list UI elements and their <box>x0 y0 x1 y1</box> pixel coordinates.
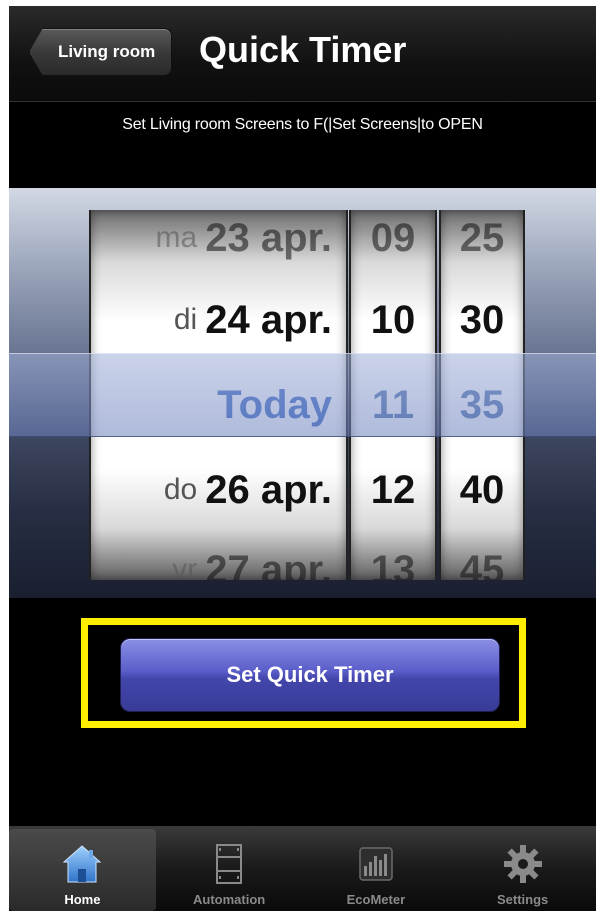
set-quick-timer-label: Set Quick Timer <box>226 662 394 687</box>
tab-ecometer-label: EcoMeter <box>346 892 406 907</box>
minute-value: 25 <box>459 215 505 260</box>
gear-icon <box>503 845 542 883</box>
timer-description: Set Living room Screens to F(|Set Screen… <box>122 116 483 133</box>
weekday-label: vr <box>172 553 198 580</box>
app-screen: Living room Quick Timer Set Living room … <box>9 6 596 911</box>
hour-value: 13 <box>370 547 416 581</box>
weekday-label: do <box>163 473 198 506</box>
set-quick-timer-button[interactable]: Set Quick Timer <box>120 638 500 712</box>
date-label: 26 apr. <box>205 467 332 512</box>
date-time-picker[interactable]: ma 23 apr. di 24 apr. Today do 26 apr. v… <box>9 188 596 598</box>
tab-home-label: Home <box>64 892 101 907</box>
tab-settings-label: Settings <box>496 892 549 907</box>
date-row[interactable]: ma 23 apr. <box>91 210 346 278</box>
weekday-label: ma <box>155 221 198 254</box>
minute-row-selected[interactable]: 35 <box>441 365 523 445</box>
tab-automation[interactable]: Automation <box>156 826 303 911</box>
minute-row[interactable]: 45 <box>441 530 523 581</box>
date-row[interactable]: vr 27 apr. <box>91 530 346 581</box>
date-row[interactable]: do 26 apr. <box>91 450 346 530</box>
date-label: 23 apr. <box>205 215 332 260</box>
hour-row-selected[interactable]: 11 <box>351 365 435 445</box>
home-icon <box>63 845 102 883</box>
minute-value: 30 <box>459 297 505 342</box>
date-wheel[interactable]: ma 23 apr. di 24 apr. Today do 26 apr. v… <box>89 210 348 580</box>
hour-row[interactable]: 10 <box>351 280 435 360</box>
back-button[interactable]: Living room <box>29 28 173 76</box>
minute-value: 45 <box>459 547 505 581</box>
hour-value: 12 <box>370 467 416 512</box>
film-strip-icon <box>216 844 243 884</box>
hour-value: 11 <box>371 382 415 427</box>
tab-settings[interactable]: Settings <box>449 826 596 911</box>
minute-row[interactable]: 40 <box>441 450 523 530</box>
tab-automation-label: Automation <box>193 892 266 907</box>
tab-bar: Home Automation EcoMeter Settings <box>9 826 596 911</box>
date-label: 27 apr. <box>205 547 332 581</box>
hour-value: 10 <box>370 297 416 342</box>
hour-row[interactable]: 09 <box>351 210 435 278</box>
minute-value: 35 <box>459 382 505 427</box>
page-title: Quick Timer <box>199 29 407 70</box>
minute-wheel[interactable]: 25 30 35 40 45 <box>439 210 525 580</box>
weekday-label: di <box>173 303 198 336</box>
hour-wheel[interactable]: 09 10 11 12 13 <box>349 210 437 580</box>
hour-row[interactable]: 12 <box>351 450 435 530</box>
hour-row[interactable]: 13 <box>351 530 435 581</box>
date-label: 24 apr. <box>205 297 332 342</box>
date-row[interactable]: di 24 apr. <box>91 280 346 360</box>
hour-value: 09 <box>370 215 416 260</box>
minute-row[interactable]: 30 <box>441 280 523 360</box>
minute-value: 40 <box>459 467 505 512</box>
tab-ecometer[interactable]: EcoMeter <box>303 826 450 911</box>
bar-meter-icon <box>359 847 393 881</box>
date-label-today: Today <box>217 382 332 427</box>
navigation-bar: Living room Quick Timer <box>9 6 596 102</box>
date-row-selected[interactable]: Today <box>91 365 346 445</box>
back-button-label: Living room <box>58 42 156 61</box>
minute-row[interactable]: 25 <box>441 210 523 278</box>
tab-home[interactable]: Home <box>9 829 156 911</box>
